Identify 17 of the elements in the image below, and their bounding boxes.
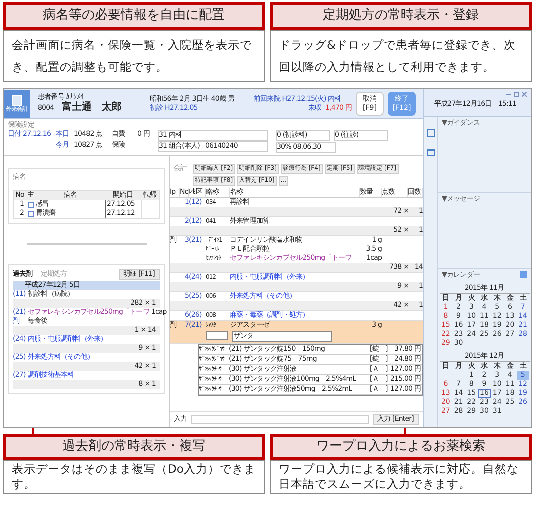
patient-name: 富士通 太郎 (62, 102, 122, 114)
callout-text: ワープロ入力による候補表示に対応。自然な日本語でスムーズに入力できます。 (270, 460, 532, 494)
close-icon[interactable] (522, 92, 527, 97)
callout-title: 過去剤の常時表示・複写 (3, 434, 265, 460)
window-settings-icon[interactable] (426, 149, 434, 156)
callout-title: ワープロ入力によるお薬検索 (270, 434, 532, 460)
callout-text: 会計画面に病名・保険一覧・入院歴を表示でき、配置の調整も可能です。 (3, 30, 265, 82)
command-field[interactable] (191, 415, 369, 424)
callout-text: ドラッグ&ドロップで患者毎に登録でき、次回以降の入力情報として利用できます。 (270, 30, 532, 82)
checkbox[interactable] (28, 210, 34, 216)
callout-title: 病名等の必要情報を自由に配置 (3, 2, 265, 30)
minimize-icon[interactable] (506, 92, 511, 97)
checkbox[interactable] (28, 202, 34, 208)
callout-text: 表示データはそのまま複写（Do入力）できます。 (3, 460, 265, 494)
document-icon (12, 94, 22, 106)
callout-title: 定期処方の常時表示・登録 (270, 2, 532, 30)
maximize-icon[interactable] (514, 92, 519, 97)
